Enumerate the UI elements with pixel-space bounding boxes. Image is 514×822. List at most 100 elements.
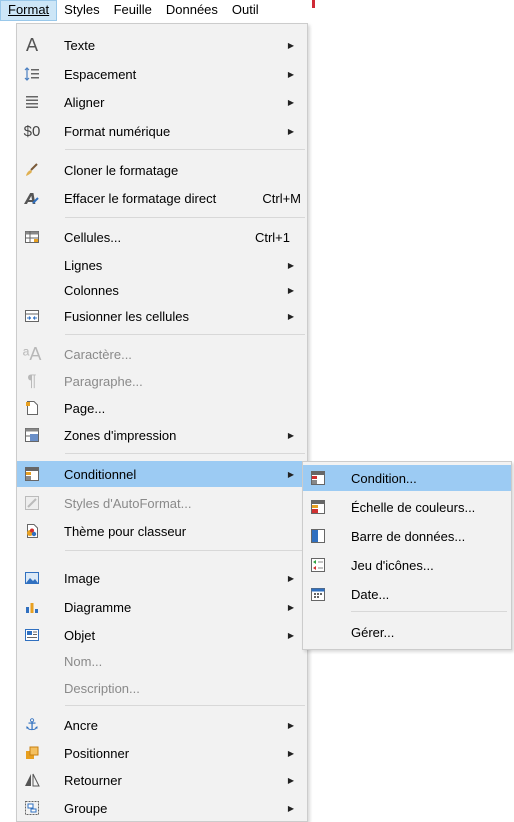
- empty-icon-slot: [303, 619, 333, 645]
- menubar-styles-label: Styles: [64, 2, 100, 17]
- submenu-arrow-icon: ▶: [287, 803, 294, 813]
- menu-item-label: Page...: [64, 400, 106, 416]
- menu-item-espacement[interactable]: Espacement ▶: [17, 61, 307, 87]
- menu-item-label: Styles d'AutoFormat...: [64, 495, 192, 511]
- menubar-outils-label: Outil: [231, 2, 259, 17]
- spacing-icon: [17, 61, 47, 87]
- flip-icon: [17, 767, 47, 793]
- menu-item-aligner[interactable]: Aligner ▶: [17, 89, 307, 115]
- menu-item-cellules[interactable]: Cellules... Ctrl+1: [17, 224, 307, 250]
- submenu-arrow-icon: ▶: [287, 311, 294, 321]
- submenu-item-label: Barre de données...: [351, 528, 466, 544]
- color-scale-icon: [303, 494, 333, 520]
- menu-item-effacer-formatage[interactable]: A Effacer le formatage direct Ctrl+M: [17, 185, 307, 211]
- group-icon: [17, 795, 47, 821]
- menu-item-ancre[interactable]: ⚓ Ancre ▶: [17, 712, 307, 738]
- menu-item-description: Description...: [17, 675, 307, 701]
- currency-format-icon: $0: [23, 122, 41, 140]
- character-icon: ᵃA: [22, 343, 42, 364]
- submenu-arrow-icon: ▶: [287, 126, 294, 136]
- menu-item-page[interactable]: Page...: [17, 395, 307, 421]
- date-icon: [303, 581, 333, 607]
- menu-item-label: Objet: [64, 627, 96, 643]
- menu-item-label: Description...: [64, 680, 140, 696]
- menubar-donnees[interactable]: Données: [159, 0, 225, 21]
- menubar-outils[interactable]: Outil: [225, 0, 266, 21]
- submenu-item-barre-donnees[interactable]: Barre de données...: [303, 523, 511, 549]
- conditional-icon: [17, 461, 47, 487]
- menu-item-groupe[interactable]: Groupe ▶: [17, 795, 307, 821]
- menu-item-diagramme[interactable]: Diagramme ▶: [17, 594, 307, 620]
- menu-item-label: Retourner: [64, 772, 122, 788]
- submenu-item-label: Jeu d'icônes...: [351, 557, 434, 573]
- menu-item-label: Diagramme: [64, 599, 132, 615]
- menu-item-positionner[interactable]: Positionner ▶: [17, 740, 307, 766]
- menu-item-objet[interactable]: Objet ▶: [17, 622, 307, 648]
- text-a-icon: A: [25, 34, 39, 56]
- empty-icon-slot: [17, 252, 47, 278]
- clear-formatting-icon: A: [17, 185, 47, 211]
- menu-item-conditionnel[interactable]: Conditionnel ▶: [17, 461, 307, 487]
- paragraph-icon: ¶: [27, 371, 37, 390]
- submenu-arrow-icon: ▶: [287, 69, 294, 79]
- menu-item-label: Zones d'impression: [64, 427, 177, 443]
- menu-item-lignes[interactable]: Lignes ▶: [17, 252, 307, 278]
- submenu-item-condition[interactable]: Condition...: [303, 465, 511, 491]
- menu-separator: [65, 550, 305, 551]
- empty-icon-slot: [17, 648, 47, 674]
- menu-item-texte[interactable]: A Texte ▶: [17, 32, 307, 58]
- menu-separator: [65, 705, 305, 706]
- menu-item-label: Conditionnel: [64, 466, 137, 482]
- menu-item-zones-impression[interactable]: Zones d'impression ▶: [17, 422, 307, 448]
- menu-item-label: Aligner: [64, 94, 105, 110]
- menu-item-caractere: ᵃA Caractère...: [17, 341, 307, 367]
- menu-item-label: Fusionner les cellules: [64, 308, 190, 324]
- submenu-item-label: Échelle de couleurs...: [351, 499, 476, 515]
- submenu-item-date[interactable]: Date...: [303, 581, 511, 607]
- menu-item-label: Texte: [64, 37, 96, 53]
- conditional-submenu: Condition... Échelle de couleurs... Barr…: [302, 461, 512, 650]
- menubar-feuille[interactable]: Feuille: [107, 0, 159, 21]
- submenu-arrow-icon: ▶: [287, 285, 294, 295]
- submenu-arrow-icon: ▶: [287, 97, 294, 107]
- menu-item-label: Thème pour classeur: [64, 523, 187, 539]
- submenu-arrow-icon: ▶: [287, 720, 294, 730]
- submenu-item-gerer[interactable]: Gérer...: [303, 619, 511, 645]
- submenu-item-label: Date...: [351, 586, 390, 602]
- menu-item-label: Image: [64, 570, 101, 586]
- menu-item-colonnes[interactable]: Colonnes ▶: [17, 277, 307, 303]
- menubar-feuille-label: Feuille: [113, 2, 152, 17]
- menu-item-styles-autoformat: Styles d'AutoFormat...: [17, 490, 307, 516]
- menu-item-theme-classeur[interactable]: Thème pour classeur: [17, 518, 307, 544]
- menu-item-label: Espacement: [64, 66, 137, 82]
- submenu-item-jeu-icones[interactable]: Jeu d'icônes...: [303, 552, 511, 578]
- menu-separator: [65, 334, 305, 335]
- menu-item-label: Effacer le formatage direct: [64, 190, 217, 206]
- menu-item-cloner-formatage[interactable]: Cloner le formatage: [17, 157, 307, 183]
- menu-item-label: Positionner: [64, 745, 130, 761]
- empty-icon-slot: [17, 675, 47, 701]
- submenu-item-label: Gérer...: [351, 624, 395, 640]
- format-menu: A Texte ▶ Espacement ▶ Aligner ▶ $0 Form…: [16, 23, 308, 822]
- submenu-item-echelle-couleurs[interactable]: Échelle de couleurs...: [303, 494, 511, 520]
- submenu-arrow-icon: ▶: [287, 630, 294, 640]
- paintbrush-icon: [17, 157, 47, 183]
- submenu-arrow-icon: ▶: [287, 260, 294, 270]
- position-icon: [17, 740, 47, 766]
- menubar-donnees-label: Données: [165, 2, 218, 17]
- menubar-format[interactable]: Format: [0, 0, 58, 21]
- menu-bar: Format Styles Feuille Données Outil: [0, 0, 312, 21]
- shortcut-label: Ctrl+1: [254, 229, 290, 245]
- object-icon: [17, 622, 47, 648]
- menu-item-retourner[interactable]: Retourner ▶: [17, 767, 307, 793]
- menu-item-image[interactable]: Image ▶: [17, 565, 307, 591]
- menubar-styles[interactable]: Styles: [57, 0, 106, 21]
- menu-item-paragraphe: ¶ Paragraphe...: [17, 368, 307, 394]
- submenu-arrow-icon: ▶: [287, 748, 294, 758]
- menubar-format-label: Format: [8, 2, 50, 17]
- menu-item-fusionner-cellules[interactable]: Fusionner les cellules ▶: [17, 303, 307, 329]
- menu-item-format-numerique[interactable]: $0 Format numérique ▶: [17, 118, 307, 144]
- menu-item-label: Groupe: [64, 800, 108, 816]
- icon-set-icon: [303, 552, 333, 578]
- print-ranges-icon: [17, 422, 47, 448]
